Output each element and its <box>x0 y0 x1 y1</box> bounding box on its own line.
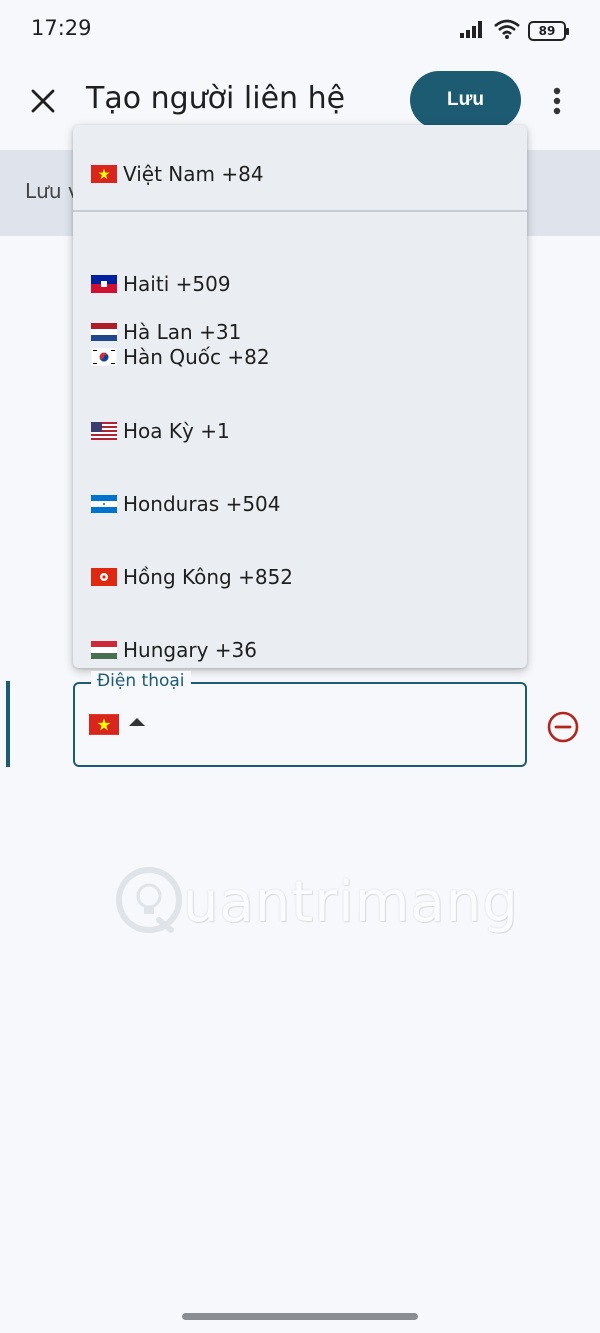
page-title: Tạo người liên hệ <box>86 81 346 116</box>
status-time: 17:29 <box>31 16 92 40</box>
country-label: Hàn Quốc +82 <box>123 345 270 369</box>
hn-flag-icon <box>91 495 117 513</box>
hk-flag-icon <box>91 568 117 586</box>
country-item-haiti[interactable]: Haiti +509 <box>91 266 231 302</box>
country-item-korea[interactable]: Hàn Quốc +82 <box>91 339 270 375</box>
vn-flag-icon <box>91 165 117 183</box>
country-item-vietnam[interactable]: Việt Nam +84 <box>91 156 264 192</box>
status-bar: 17:29 89 <box>0 0 600 60</box>
vn-flag-icon <box>89 714 119 739</box>
country-code-selector[interactable] <box>89 714 119 739</box>
country-label: Hungary +36 <box>123 638 257 662</box>
active-field-indicator <box>6 681 10 767</box>
country-item-usa[interactable]: Hoa Kỳ +1 <box>91 413 230 449</box>
country-label: Honduras +504 <box>123 492 281 516</box>
battery-icon: 89 <box>528 21 569 41</box>
watermark-text: uantrimang <box>183 870 519 935</box>
country-code-dropdown[interactable]: Hà Lan +31 Haiti +509 Hàn Quốc +82 Hoa K… <box>73 125 527 668</box>
country-label: Việt Nam +84 <box>123 162 264 186</box>
status-icons: 89 <box>460 19 569 43</box>
dropdown-selected-item[interactable]: Việt Nam +84 <box>73 125 527 212</box>
battery-level: 89 <box>538 24 556 38</box>
wifi-icon <box>494 19 520 43</box>
save-location-text: Lưu v <box>25 179 80 203</box>
phone-field-label: Điện thoại <box>91 671 191 691</box>
caret-up-icon[interactable] <box>129 718 145 726</box>
save-button[interactable]: Lưu <box>410 71 521 129</box>
country-item-honduras[interactable]: Honduras +504 <box>91 486 281 522</box>
lightbulb-logo-icon <box>116 867 182 933</box>
ht-flag-icon <box>91 275 117 293</box>
kr-flag-icon <box>91 348 117 366</box>
hu-flag-icon <box>91 641 117 659</box>
more-options-button[interactable] <box>540 84 574 118</box>
remove-phone-button[interactable] <box>546 710 580 744</box>
home-indicator[interactable] <box>182 1313 418 1320</box>
country-item-hongkong[interactable]: Hồng Kông +852 <box>91 559 293 595</box>
country-label: Hoa Kỳ +1 <box>123 419 230 443</box>
remove-circle-icon <box>547 711 579 743</box>
watermark: uantrimang <box>113 860 518 940</box>
more-vert-icon <box>553 87 561 115</box>
signal-icon <box>460 20 486 42</box>
close-button[interactable] <box>24 82 62 120</box>
us-flag-icon <box>91 422 117 440</box>
country-label: Hồng Kông +852 <box>123 565 294 589</box>
country-item-hungary[interactable]: Hungary +36 <box>91 632 257 668</box>
country-label: Haiti +509 <box>123 272 231 296</box>
close-icon <box>31 89 55 113</box>
